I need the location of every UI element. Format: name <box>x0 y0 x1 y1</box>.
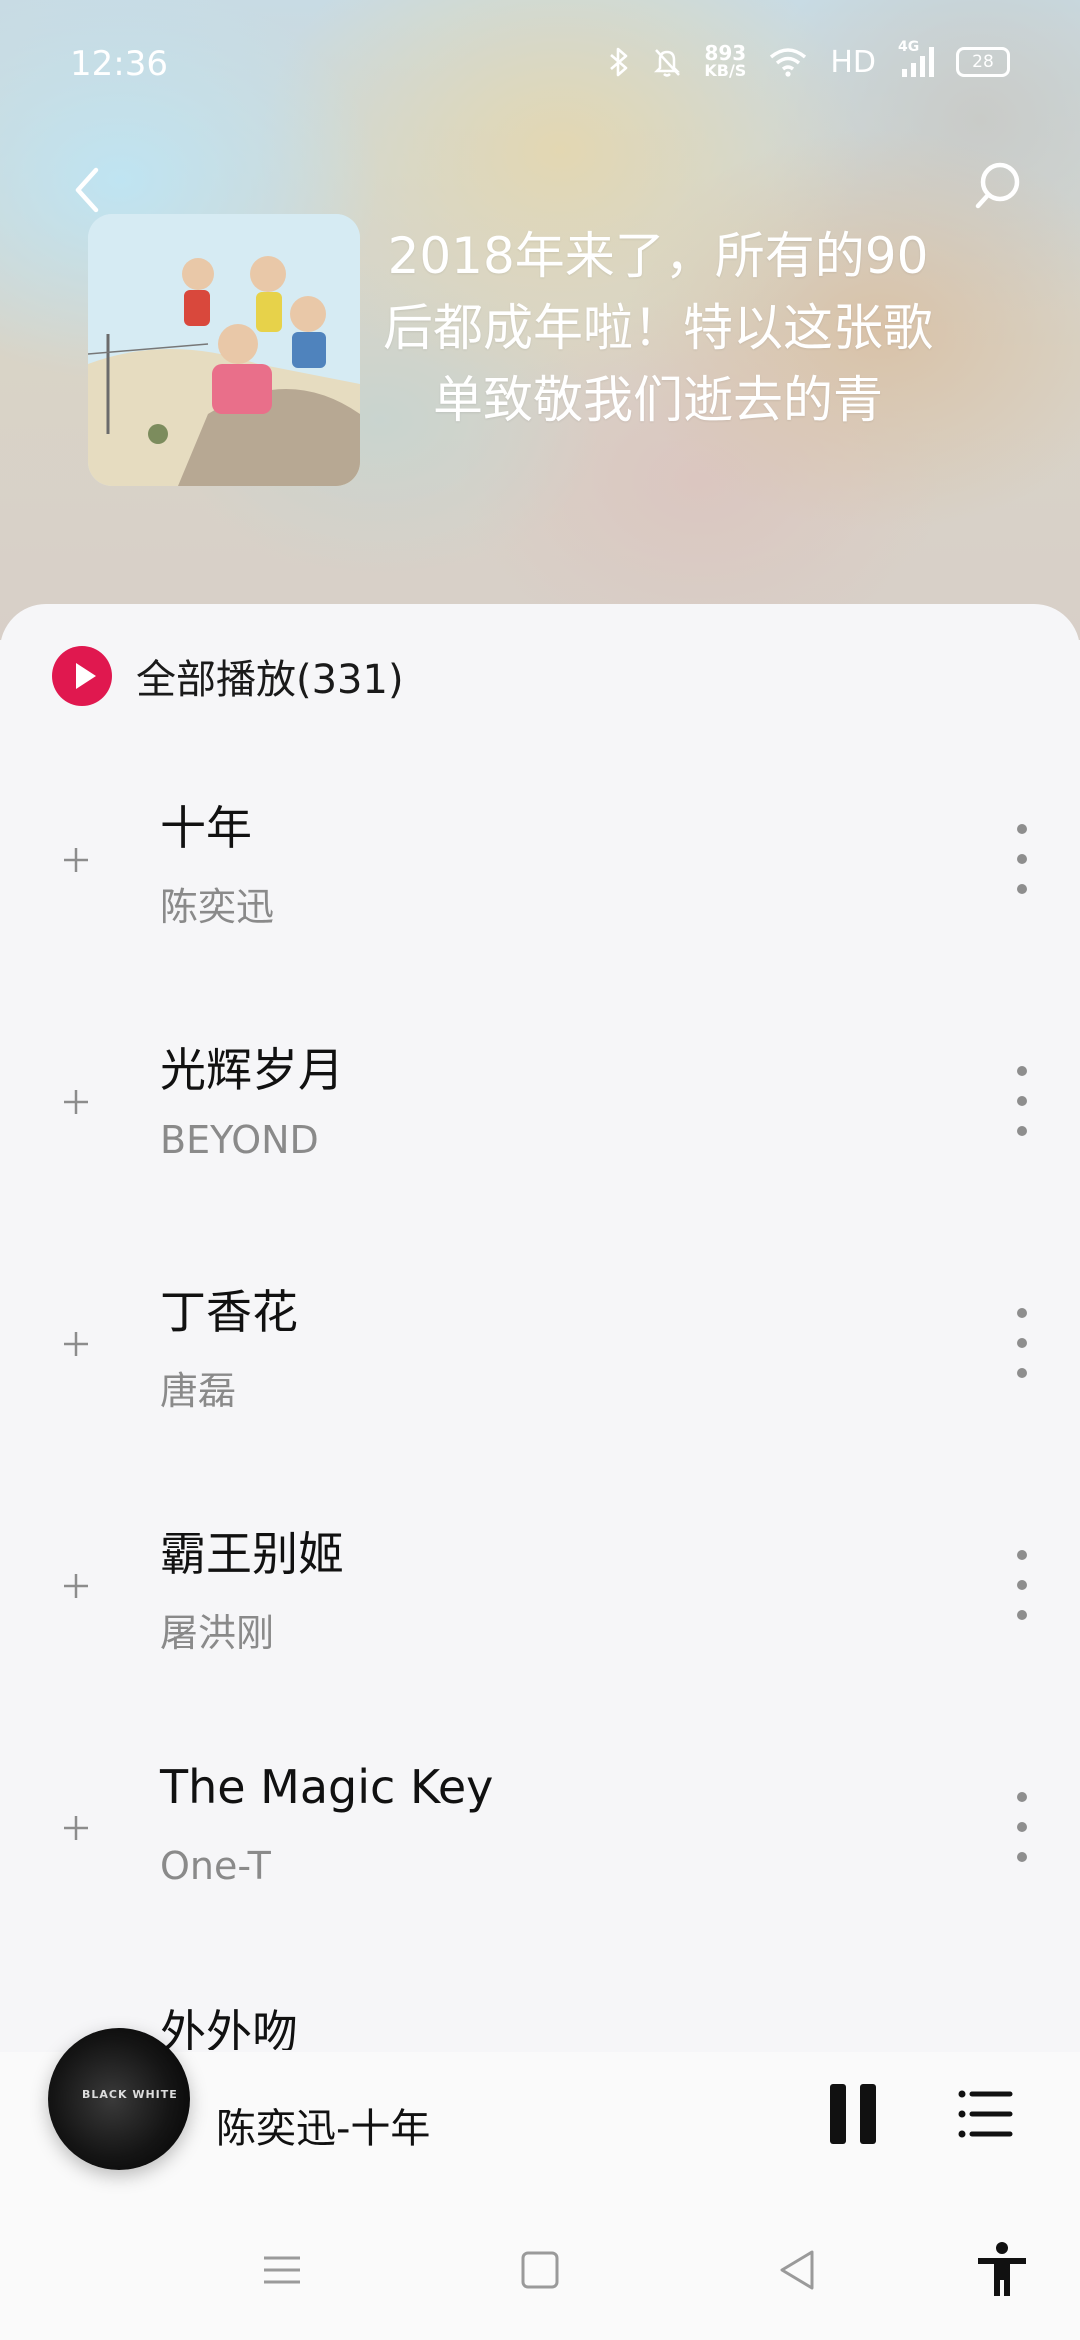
song-artist: BEYOND <box>160 1118 319 1162</box>
network-speed: 893 KB/S <box>704 41 747 80</box>
menu-nav-button[interactable] <box>252 2240 312 2300</box>
song-artist: 唐磊 <box>160 1369 237 1413</box>
playlist-icon <box>958 2090 1013 2138</box>
song-row[interactable]: 丁香花 唐磊 <box>0 1236 1080 1478</box>
more-dot-icon <box>1017 1822 1027 1832</box>
status-bar: 12:36 893 KB/S HD 4G 28 <box>0 0 1080 130</box>
pause-button[interactable] <box>830 2084 880 2144</box>
hd-label: HD <box>830 44 876 80</box>
more-dot-icon <box>1017 854 1027 864</box>
plus-icon <box>64 1816 88 1840</box>
play-all-label: 全部播放(331) <box>136 657 404 703</box>
more-dot-icon <box>1017 1852 1027 1862</box>
plus-icon <box>64 1332 88 1356</box>
mini-player-cover[interactable]: BLACK WHITE <box>48 2028 190 2170</box>
more-options-button[interactable] <box>1002 1550 1042 1620</box>
battery-level: 28 <box>972 52 994 72</box>
playlist-cover[interactable] <box>88 214 360 486</box>
plus-icon <box>64 1090 88 1114</box>
more-dot-icon <box>1017 1610 1027 1620</box>
song-list-sheet: 全部播放(331) 十年 陈奕迅 光辉岁月 BEYOND 丁香花 唐磊 霸王别姬… <box>0 604 1080 2054</box>
network-speed-value: 893 <box>704 41 747 65</box>
pause-bar-icon <box>830 2084 846 2144</box>
more-dot-icon <box>1017 1066 1027 1076</box>
network-type-label: 4G <box>898 39 920 55</box>
play-all-button[interactable]: 全部播放(331) <box>52 646 404 706</box>
more-dot-icon <box>1017 1338 1027 1348</box>
playlist-queue-button[interactable] <box>956 2084 1014 2144</box>
song-title: 十年 <box>160 801 252 855</box>
cover-illustration <box>88 214 360 486</box>
more-dot-icon <box>1017 824 1027 834</box>
add-song-button[interactable] <box>50 1318 102 1370</box>
pause-bar-icon <box>860 2084 876 2144</box>
mute-bell-icon <box>654 49 681 77</box>
song-row[interactable]: 霸王别姬 屠洪刚 <box>0 1478 1080 1720</box>
song-title: 丁香花 <box>160 1285 298 1339</box>
more-dot-icon <box>1017 1126 1027 1136</box>
song-artist: 陈奕迅 <box>160 885 275 929</box>
menu-icon <box>264 2256 300 2284</box>
search-button[interactable] <box>972 158 1024 218</box>
add-song-button[interactable] <box>50 834 102 886</box>
add-song-button[interactable] <box>50 1802 102 1854</box>
back-triangle-icon <box>780 2250 814 2290</box>
battery-icon: 28 <box>956 47 1010 77</box>
song-title: 光辉岁月 <box>160 1043 344 1097</box>
plus-icon <box>64 1574 88 1598</box>
now-playing-title[interactable]: 陈奕迅-十年 <box>216 2096 430 2154</box>
accessibility-icon <box>978 2242 1026 2296</box>
more-dot-icon <box>1017 884 1027 894</box>
song-title: The Magic Key <box>160 1760 494 1814</box>
wifi-icon <box>770 48 807 77</box>
status-icons: 893 KB/S HD 4G 28 <box>608 39 1010 80</box>
status-time: 12:36 <box>70 44 168 84</box>
cellular-signal: 4G <box>898 39 934 77</box>
bluetooth-icon <box>610 47 628 77</box>
more-options-button[interactable] <box>1002 824 1042 894</box>
song-row[interactable]: The Magic Key One-T <box>0 1720 1080 1962</box>
mini-cover-text: BLACK WHITE <box>82 2088 178 2101</box>
home-nav-button[interactable] <box>510 2240 570 2300</box>
song-title: 霸王别姬 <box>160 1527 344 1581</box>
more-dot-icon <box>1017 1792 1027 1802</box>
play-circle-icon <box>52 646 112 706</box>
more-dot-icon <box>1017 1550 1027 1560</box>
song-artist: One-T <box>160 1844 271 1888</box>
song-artist: 屠洪刚 <box>160 1611 275 1655</box>
search-icon <box>975 162 1020 209</box>
back-nav-button[interactable] <box>768 2240 828 2300</box>
song-row[interactable]: 光辉岁月 BEYOND <box>0 994 1080 1236</box>
add-song-button[interactable] <box>50 1560 102 1612</box>
home-square-icon <box>521 2251 559 2289</box>
more-dot-icon <box>1017 1368 1027 1378</box>
playlist-title: 2018年来了，所有的90后都成年啦！特以这张歌单致敬我们逝去的青 <box>383 227 933 429</box>
system-navigation-bar <box>0 2200 1080 2340</box>
more-options-button[interactable] <box>1002 1308 1042 1378</box>
accessibility-button[interactable] <box>972 2240 1032 2300</box>
plus-icon <box>64 848 88 872</box>
network-speed-unit: KB/S <box>704 61 747 80</box>
more-options-button[interactable] <box>1002 1792 1042 1862</box>
more-dot-icon <box>1017 1096 1027 1106</box>
song-row[interactable]: 十年 陈奕迅 <box>0 752 1080 994</box>
more-options-button[interactable] <box>1002 1066 1042 1136</box>
more-dot-icon <box>1017 1308 1027 1318</box>
more-dot-icon <box>1017 1580 1027 1590</box>
add-song-button[interactable] <box>50 1076 102 1128</box>
mini-player[interactable]: BLACK WHITE 陈奕迅-十年 <box>0 2028 1080 2200</box>
partial-song-title[interactable]: 外外吻 <box>160 1996 298 2050</box>
back-button[interactable] <box>66 160 106 220</box>
chevron-left-icon <box>75 167 99 213</box>
